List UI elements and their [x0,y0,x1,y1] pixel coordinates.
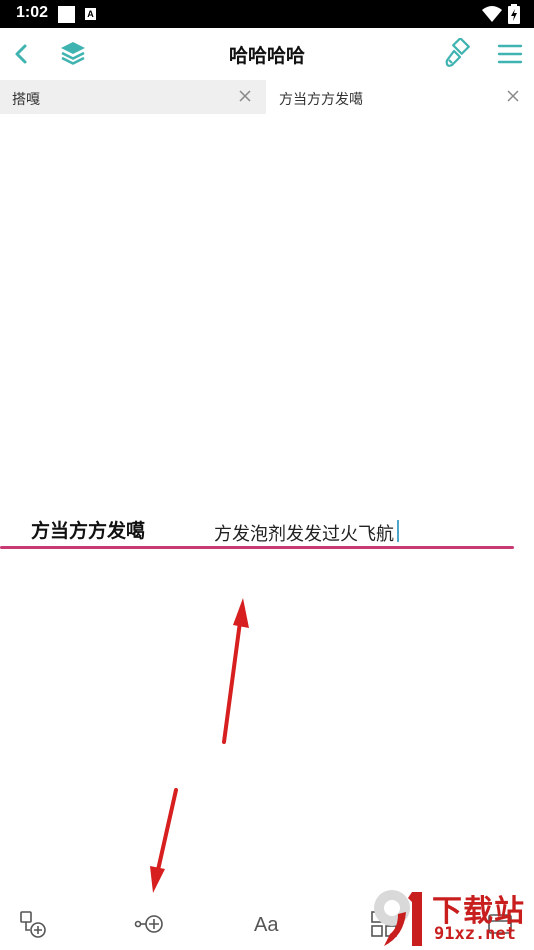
add-branch-icon[interactable] [134,908,166,940]
annotation-arrows [150,598,249,893]
add-node-icon[interactable] [18,908,50,940]
text-style-icon[interactable]: Aa [254,914,278,937]
watermark: 下载站 91xz.net [362,884,534,950]
watermark-logo-icon [374,890,422,946]
watermark-en-text: 91xz.net [434,924,516,944]
annotation-arrow-up [222,598,249,744]
annotation-arrow-down [150,788,178,893]
